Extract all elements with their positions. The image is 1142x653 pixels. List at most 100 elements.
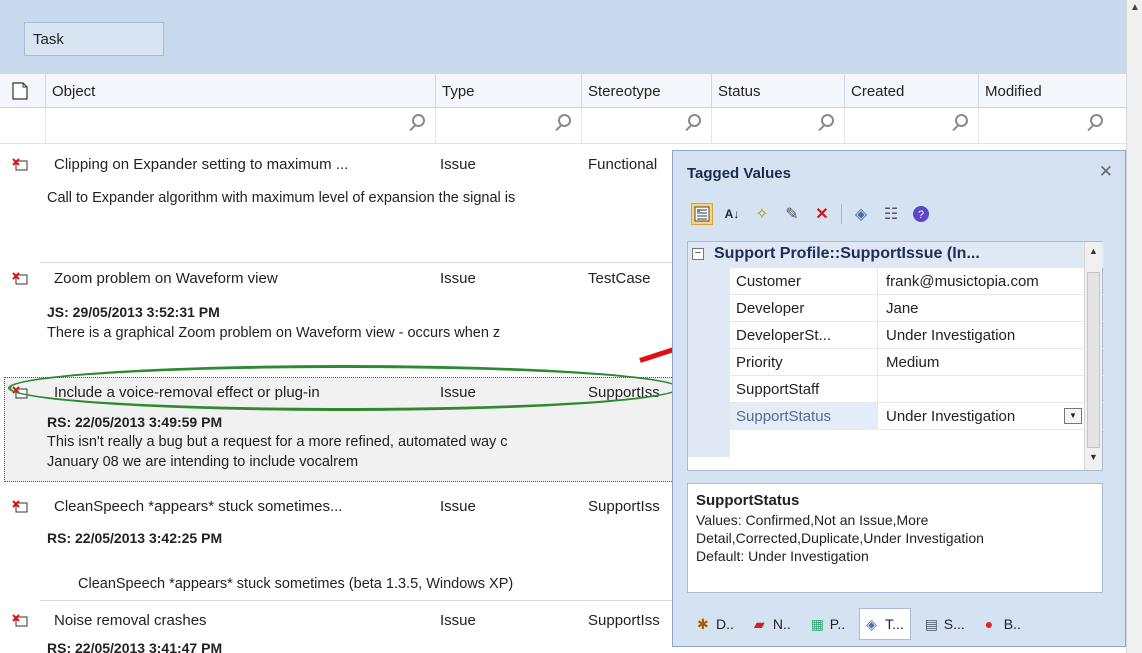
scroll-thumb[interactable]	[1087, 272, 1100, 448]
dropdown-arrow-icon[interactable]: ▼	[1064, 408, 1082, 424]
row-stereotype: TestCase	[588, 270, 651, 287]
tagged-values-panel: Tagged Values ✕ A↓ ✧ ✎ ✕ ◈ ☷ ? − Support…	[672, 150, 1126, 647]
tag-row-selected[interactable]: SupportStatus Under Investigation ▼	[688, 403, 1104, 430]
search-icon	[688, 114, 701, 127]
tab-breakpoints[interactable]: ● B..	[979, 608, 1027, 640]
column-header-stereotype[interactable]: Stereotype	[582, 74, 712, 108]
tab-debug[interactable]: ✱ D..	[691, 608, 740, 640]
row-note-header: RS: 22/05/2013 3:42:25 PM	[47, 530, 223, 546]
edit-note-icon[interactable]: ✎	[781, 203, 803, 225]
table-row[interactable]: Zoom problem on Waveform view Issue Test…	[0, 266, 680, 366]
tag-key: Customer	[730, 268, 878, 295]
tag-value[interactable]: Medium	[878, 349, 1088, 376]
delete-icon[interactable]: ✕	[811, 203, 833, 225]
list-icon[interactable]: ☷	[880, 203, 902, 225]
row-note: There is a graphical Zoom problem on Wav…	[47, 325, 501, 341]
search-icon	[821, 114, 834, 127]
tag-row[interactable]: Developer Jane	[688, 295, 1104, 322]
tag-key: Priority	[730, 349, 878, 376]
description-line: Values: Confirmed,Not an Issue,More	[696, 512, 929, 528]
issue-icon	[12, 500, 28, 513]
scroll-down-icon[interactable]: ▼	[1087, 452, 1100, 468]
column-header-object[interactable]: Object	[46, 74, 436, 108]
issue-icon	[12, 272, 28, 285]
filter-modified[interactable]	[979, 108, 1113, 144]
tag-row[interactable]: SupportStaff	[688, 376, 1104, 403]
tab-tagged-values[interactable]: ◈ T...	[859, 608, 911, 640]
tag-value[interactable]	[878, 376, 1088, 403]
column-header-modified[interactable]: Modified	[979, 74, 1113, 108]
tag-row[interactable]: Customer frank@musictopia.com	[688, 268, 1104, 295]
row-object: Clipping on Expander setting to maximum …	[54, 156, 349, 173]
help-icon[interactable]: ?	[910, 203, 932, 225]
tab-scenarios[interactable]: ▤ S...	[919, 608, 971, 640]
scroll-up-icon[interactable]: ▲	[1087, 246, 1100, 262]
filter-spacer	[0, 108, 46, 144]
tag-value[interactable]: Under Investigation	[878, 322, 1088, 349]
table-row[interactable]: Clipping on Expander setting to maximum …	[0, 152, 680, 262]
column-header-type[interactable]: Type	[436, 74, 582, 108]
row-gutter	[688, 322, 730, 349]
highlight-ellipse	[8, 365, 680, 411]
filter-created[interactable]	[845, 108, 979, 144]
table-row[interactable]: Noise removal crashes Issue SupportIss R…	[0, 608, 680, 653]
filter-type[interactable]	[436, 108, 582, 144]
tag-icon: ◈	[866, 616, 877, 632]
main-scrollbar[interactable]: ▲	[1126, 0, 1142, 653]
search-icon	[1090, 114, 1103, 127]
table-row[interactable]: CleanSpeech *appears* stuck sometimes...…	[0, 494, 680, 598]
bug-icon: ✱	[697, 616, 709, 632]
search-icon	[412, 114, 425, 127]
tag-row[interactable]: DeveloperSt... Under Investigation	[688, 322, 1104, 349]
category-header[interactable]: − Support Profile::SupportIssue (In...	[688, 242, 1104, 268]
filter-object[interactable]	[46, 108, 436, 144]
panel-toolbar: A↓ ✧ ✎ ✕ ◈ ☷ ?	[691, 199, 932, 229]
tag-row[interactable]: Priority Medium	[688, 349, 1104, 376]
tab-label: B..	[1003, 616, 1021, 632]
row-gutter	[688, 268, 730, 295]
row-stereotype: SupportIss	[588, 498, 660, 515]
column-header-created[interactable]: Created	[845, 74, 979, 108]
filter-stereotype[interactable]	[582, 108, 712, 144]
sort-alphabetical-icon[interactable]: A↓	[721, 203, 743, 225]
row-note-line2: January 08 we are intending to include v…	[47, 454, 359, 470]
issue-icon	[12, 158, 28, 171]
row-note: This isn't really a bug but a request fo…	[47, 434, 508, 450]
document-icon[interactable]	[0, 74, 46, 108]
tag-icon[interactable]: ◈	[850, 203, 872, 225]
grid-scrollbar[interactable]: ▲ ▼	[1084, 242, 1102, 470]
group-by-task-chip[interactable]: Task	[24, 22, 164, 56]
tag-value[interactable]: Under Investigation	[878, 403, 1088, 430]
tag-key: Developer	[730, 295, 878, 322]
toolbar-divider	[841, 204, 842, 224]
row-gutter	[688, 403, 730, 430]
tab-properties[interactable]: ▦ P..	[805, 608, 851, 640]
tab-label: S...	[943, 616, 965, 632]
tag-value[interactable]: Jane	[878, 295, 1088, 322]
row-stereotype: SupportIss	[588, 612, 660, 629]
row-type: Issue	[440, 612, 476, 629]
properties-icon: ▦	[810, 616, 825, 632]
filter-row	[0, 108, 1126, 144]
issue-icon	[12, 614, 28, 627]
tab-label: D..	[716, 616, 734, 632]
tab-notes[interactable]: ▰ N..	[748, 608, 797, 640]
row-divider	[40, 600, 680, 601]
tab-label: T...	[885, 616, 904, 632]
row-divider	[40, 262, 680, 263]
filter-status[interactable]	[712, 108, 845, 144]
notes-icon: ▰	[753, 616, 765, 632]
tag-value[interactable]: frank@musictopia.com	[878, 268, 1088, 295]
categorized-view-icon[interactable]	[691, 203, 713, 225]
scroll-up-icon[interactable]: ▲	[1130, 2, 1140, 13]
tag-key: SupportStaff	[730, 376, 878, 403]
close-icon[interactable]: ✕	[1099, 162, 1113, 182]
row-type: Issue	[440, 498, 476, 515]
new-tag-icon[interactable]: ✧	[751, 203, 773, 225]
svg-text:?: ?	[918, 209, 924, 221]
collapse-icon[interactable]: −	[692, 248, 704, 260]
tab-label: P..	[829, 616, 846, 632]
column-header-status[interactable]: Status	[712, 74, 845, 108]
tag-key: SupportStatus	[730, 403, 878, 430]
row-note-header: RS: 22/05/2013 3:41:47 PM	[47, 640, 223, 653]
